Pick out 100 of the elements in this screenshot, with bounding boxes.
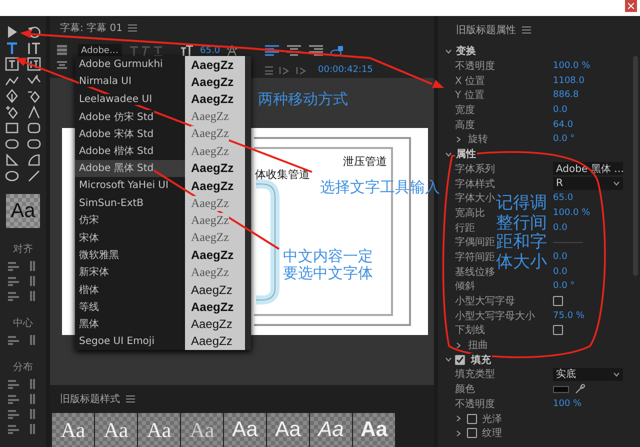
rounded-rectangle-icon[interactable] (27, 121, 41, 135)
style-tile[interactable]: Aa (353, 413, 395, 447)
text-tool-icon[interactable] (5, 41, 19, 55)
style-tile[interactable]: Aa (138, 413, 180, 447)
area-text-tool-icon[interactable] (5, 57, 19, 71)
alignment-icon[interactable] (6, 260, 20, 272)
menu-icon[interactable] (128, 24, 138, 32)
chevron-icon[interactable] (455, 415, 462, 422)
chevron-icon[interactable] (455, 430, 462, 437)
font-menu-item[interactable]: 等线 AaegZz (75, 298, 245, 316)
align-icon[interactable] (286, 45, 302, 57)
group-label[interactable]: 旋转 (468, 132, 488, 146)
align-icon[interactable] (308, 45, 324, 57)
color-swatch[interactable] (553, 386, 569, 393)
property-value[interactable]: 100.0 % (553, 61, 632, 72)
style-tile[interactable]: Aa (267, 413, 309, 447)
checkbox[interactable] (553, 325, 563, 336)
property-dropdown[interactable]: Adobe 黑体 … (553, 162, 623, 176)
font-menu-item[interactable]: SimSun-ExtB AaegZz (75, 194, 245, 212)
font-menu-item[interactable]: Microsoft YaHei UI AaegZz (75, 177, 245, 194)
font-menu-item[interactable]: Segoe UI Emoji AaegZz (75, 332, 245, 350)
pen-icon[interactable] (5, 89, 19, 103)
triangle-icon[interactable] (5, 153, 19, 167)
menu-icon[interactable] (522, 26, 531, 34)
font-menu-item[interactable]: 微软雅黑 AaegZz (75, 246, 245, 264)
property-value[interactable]: 100.0 % (553, 208, 632, 218)
property-value[interactable]: 75.0 % (553, 310, 632, 321)
arc-icon[interactable] (27, 153, 41, 167)
alignment-icon[interactable] (6, 290, 20, 302)
chevron-icon[interactable] (455, 342, 462, 349)
property-label[interactable]: 扭曲 (455, 338, 488, 352)
angle-icon[interactable] (27, 105, 41, 119)
close-button[interactable] (625, 0, 637, 12)
distribute-icon[interactable] (6, 423, 20, 435)
checkbox[interactable] (467, 414, 477, 424)
vertical-text-tool-icon[interactable] (27, 41, 41, 55)
chevron-icon[interactable] (445, 150, 452, 158)
distribute-icon[interactable] (6, 393, 20, 405)
property-value[interactable]: 0.0 ° (553, 281, 632, 292)
chevron-icon[interactable] (445, 356, 452, 364)
font-menu-item[interactable]: Adobe 宋体 Std AaegZz (75, 125, 245, 142)
alignment-icon[interactable] (6, 275, 20, 287)
ellipse-icon[interactable] (5, 169, 19, 183)
property-value[interactable]: 886.8 (553, 90, 632, 100)
font-menu-item[interactable]: Nirmala UI AaegZz (75, 73, 245, 91)
property-label[interactable]: 旋转 (455, 132, 488, 146)
font-menu-item[interactable]: Adobe Gurmukhi AaegZz (75, 56, 245, 74)
vertical-area-text-tool-icon[interactable] (27, 57, 41, 71)
style-tile[interactable]: Aa (310, 413, 352, 447)
style-tile[interactable]: Aa (52, 413, 94, 447)
checkbox[interactable] (455, 354, 465, 365)
kerning-icon[interactable] (226, 45, 238, 57)
menu-icon[interactable] (126, 395, 135, 403)
property-value[interactable]: 65.0 (553, 193, 632, 204)
line-icon[interactable] (27, 169, 41, 183)
style-tile[interactable]: Aa (224, 413, 266, 447)
checkbox[interactable] (467, 428, 477, 438)
rectangle-icon[interactable] (5, 121, 19, 135)
center-icon[interactable] (6, 334, 20, 346)
property-value[interactable]: 1108.0 (553, 76, 632, 86)
font-menu-item[interactable]: Adobe 黑体 Std AaegZz (75, 160, 245, 178)
timecode[interactable]: 00:00:42:15 (318, 65, 373, 75)
distribute-icon[interactable] (6, 378, 20, 390)
font-menu-item[interactable]: Leelawadee UI AaegZz (75, 90, 245, 108)
distribute-icon[interactable] (56, 60, 68, 70)
property-value[interactable]: 0.0 (553, 252, 632, 262)
property-value[interactable]: 100 % (553, 398, 632, 409)
scrollbar[interactable] (245, 56, 251, 350)
property-dropdown[interactable]: R (553, 177, 623, 190)
style-tile[interactable]: Aa (95, 413, 137, 447)
chevron-icon[interactable] (445, 48, 452, 55)
vertical-path-text-tool-icon[interactable] (27, 73, 41, 87)
eyedropper-icon[interactable] (575, 384, 585, 394)
font-menu-item[interactable]: 楷体 AaegZz (75, 280, 245, 298)
font-menu-item[interactable]: Adobe 楷体 Std AaegZz (75, 142, 245, 160)
property-value[interactable]: 0.0 ° (553, 134, 632, 144)
scrollbar[interactable] (633, 56, 638, 276)
property-value[interactable]: 0.0 (553, 222, 632, 233)
font-menu-item[interactable]: 仿宋 AaegZz (75, 212, 245, 229)
font-menu-item[interactable]: 黑体 AaegZz (75, 315, 245, 333)
distribute-icon[interactable] (6, 408, 20, 420)
pen-plus-icon[interactable] (5, 105, 19, 119)
pointer-icon[interactable] (5, 25, 19, 39)
property-dropdown[interactable]: 实底 (553, 368, 623, 381)
property-value[interactable]: 0.0 (553, 105, 632, 116)
grid-icon[interactable] (56, 44, 68, 56)
font-size-value[interactable]: 65.0 (200, 46, 220, 56)
checkbox[interactable] (553, 296, 563, 306)
rotate-icon[interactable] (27, 25, 41, 39)
font-menu-item[interactable]: 宋体 AaegZz (75, 228, 245, 246)
align-icon[interactable] (264, 45, 280, 57)
property-value[interactable]: 64.0 (553, 120, 632, 130)
font-menu-item[interactable]: Adobe 仿宋 Std AaegZz (75, 108, 245, 126)
font-menu-item[interactable]: 新宋体 AaegZz (75, 264, 245, 281)
eye-icon[interactable] (330, 45, 344, 57)
text-size-icon[interactable] (180, 45, 194, 57)
property-value[interactable]: 0.0 (553, 266, 632, 277)
chevron-icon[interactable] (455, 136, 462, 143)
group-label[interactable]: 扭曲 (468, 338, 488, 352)
pen-minus-icon[interactable] (27, 89, 41, 103)
